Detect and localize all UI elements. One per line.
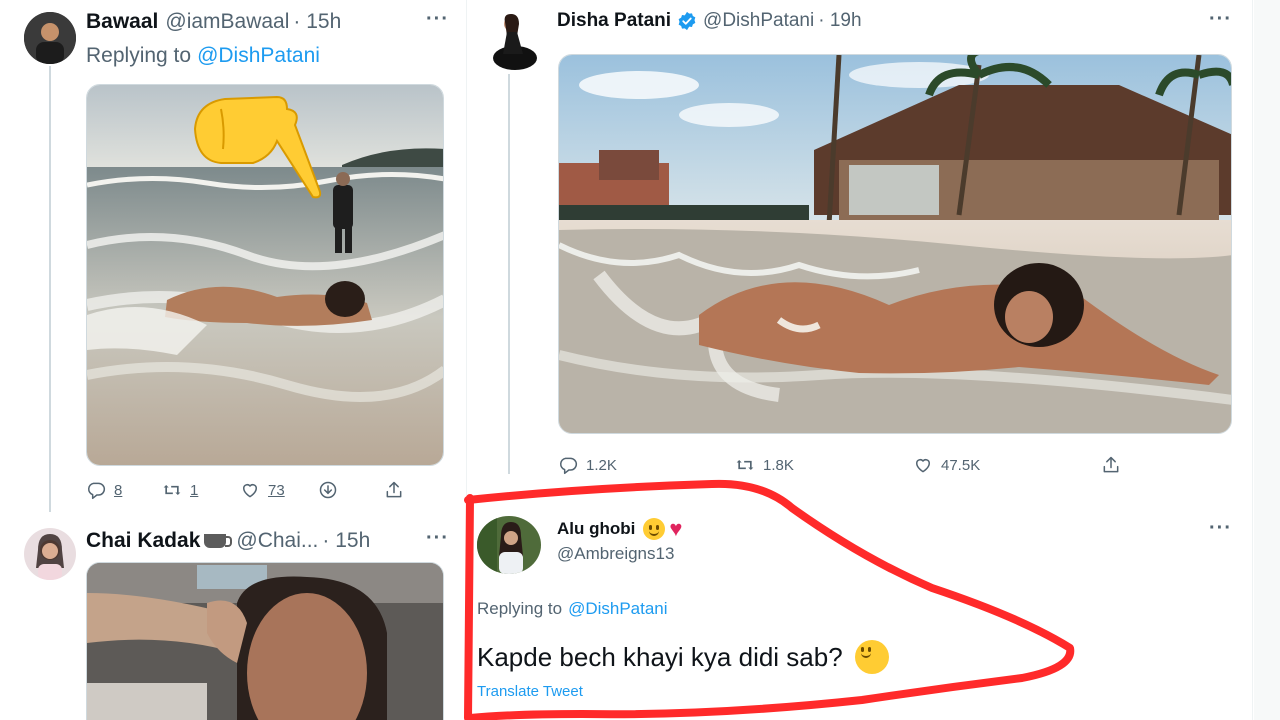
reply-count: 8	[114, 481, 123, 499]
share-icon	[1101, 455, 1121, 475]
reply-icon	[86, 480, 106, 500]
reply-text-row: Kapde bech khayi kya didi sab?	[477, 639, 889, 675]
tweet-photo[interactable]	[86, 84, 444, 466]
avatar[interactable]	[24, 528, 76, 580]
replying-to-handle[interactable]: @DishPatani	[197, 44, 320, 68]
like-icon	[240, 480, 260, 500]
retweet-button[interactable]: 1.8K	[735, 455, 794, 475]
like-button[interactable]: 73	[240, 480, 285, 500]
translate-row: Translate Tweet	[477, 681, 583, 701]
verified-icon	[678, 11, 696, 31]
tweet-photo[interactable]	[86, 562, 444, 720]
download-button[interactable]	[318, 480, 338, 500]
reply-count: 1.2K	[586, 456, 617, 474]
pointing-hand-emoji	[191, 89, 323, 199]
retweet-icon	[735, 455, 755, 475]
replying-to: Replying to @DishPatani	[86, 43, 320, 69]
tweet-header: Disha Patani @DishPatani · 19h	[557, 8, 862, 34]
like-icon	[913, 455, 933, 475]
more-icon[interactable]: ···	[426, 527, 449, 550]
handle[interactable]: @DishPatani	[703, 10, 814, 32]
display-name[interactable]: Bawaal	[86, 10, 158, 34]
reply-handle-row: @Ambreigns13	[557, 543, 674, 565]
like-count: 47.5K	[941, 456, 981, 474]
share-button[interactable]	[1101, 455, 1121, 475]
timestamp[interactable]: · 15h	[293, 10, 341, 34]
reply-header: Alu ghobi ♥	[557, 517, 682, 541]
display-name[interactable]: Chai Kadak	[86, 529, 200, 553]
smile-emoji	[854, 640, 889, 674]
timestamp[interactable]: · 19h	[818, 10, 861, 32]
replying-to-prefix: Replying to	[477, 599, 563, 618]
like-button[interactable]: 47.5K	[913, 455, 980, 475]
like-count: 73	[268, 481, 285, 499]
right-edge-strip	[1254, 0, 1280, 720]
avatar[interactable]	[489, 10, 541, 72]
reply-icon	[558, 455, 578, 475]
share-button[interactable]	[384, 480, 404, 500]
replying-to: Replying to @DishPatani	[477, 597, 668, 621]
avatar[interactable]	[477, 516, 541, 574]
share-icon	[384, 480, 404, 500]
translate-tweet-link[interactable]: Translate Tweet	[477, 683, 583, 700]
left-thread-panel: Bawaal @iamBawaal · 15h ··· Replying to …	[0, 0, 460, 720]
reply-text: Kapde bech khayi kya didi sab?	[477, 641, 843, 672]
tweet-photo[interactable]	[558, 54, 1232, 434]
heart-emoji: ♥	[669, 516, 683, 541]
tweet-header: Bawaal @iamBawaal · 15h	[86, 8, 341, 36]
more-icon[interactable]: ···	[426, 8, 449, 31]
thread-line	[508, 74, 510, 474]
display-name[interactable]: Disha Patani	[557, 10, 671, 32]
smile-emoji	[643, 518, 666, 540]
more-icon[interactable]: ···	[1209, 8, 1232, 31]
handle[interactable]: @iamBawaal	[165, 10, 289, 34]
thread-line	[49, 66, 51, 512]
reply-button[interactable]: 8	[86, 480, 122, 500]
timestamp[interactable]: · 15h	[322, 529, 370, 553]
retweet-count: 1	[190, 481, 199, 499]
replying-to-prefix: Replying to	[86, 44, 192, 67]
main-thread-panel: Disha Patani @DishPatani · 19h ··· 1.2K …	[466, 0, 1253, 720]
handle[interactable]: @Chai...	[236, 529, 318, 553]
avatar[interactable]	[24, 12, 76, 64]
more-icon[interactable]: ···	[1209, 517, 1232, 540]
coffee-emoji	[204, 534, 233, 548]
retweet-count: 1.8K	[763, 456, 794, 474]
handle[interactable]: @Ambreigns13	[557, 544, 674, 564]
retweet-button[interactable]: 1	[162, 480, 198, 500]
reply-button[interactable]: 1.2K	[558, 455, 617, 475]
replying-to-handle[interactable]: @DishPatani	[568, 599, 667, 619]
download-icon	[318, 480, 338, 500]
tweet-header: Chai Kadak @Chai... · 15h	[86, 527, 370, 555]
retweet-icon	[162, 480, 182, 500]
display-name[interactable]: Alu ghobi	[557, 519, 635, 539]
